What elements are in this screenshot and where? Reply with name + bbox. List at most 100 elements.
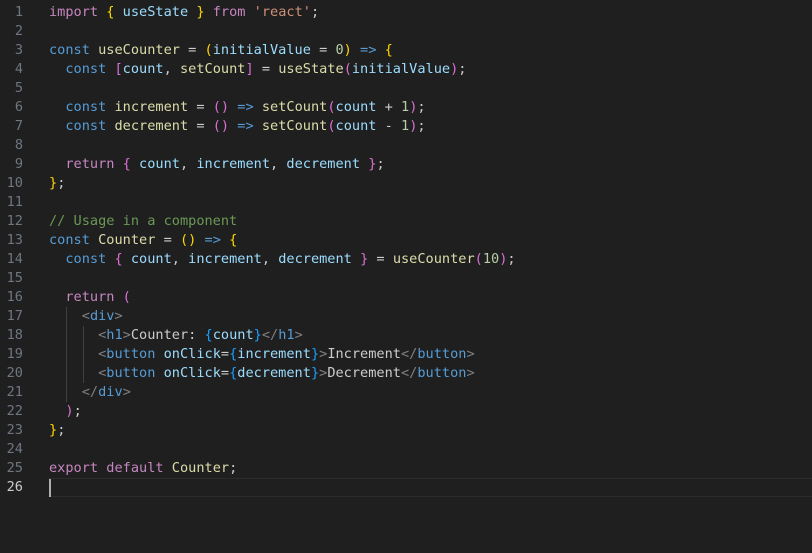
code-line[interactable]: 21 </div> [0, 383, 812, 402]
code-token: count [212, 327, 254, 343]
code-token: ; [57, 175, 66, 191]
code-token: < [81, 308, 90, 324]
code-token: > [114, 308, 123, 324]
line-number: 13 [6, 232, 23, 248]
code-token: ( [204, 42, 213, 58]
code-text: const [count, setCount] = useState(initi… [49, 60, 466, 79]
code-token: default [106, 460, 164, 476]
code-line[interactable]: 20 <button onClick={decrement}>Decrement… [0, 364, 812, 383]
text-cursor [49, 479, 51, 497]
code-line[interactable]: 2 [0, 22, 812, 41]
code-line[interactable]: 5 [0, 79, 812, 98]
code-line[interactable]: 19 <button onClick={increment}>Increment… [0, 345, 812, 364]
code-line[interactable]: 26 [0, 478, 812, 497]
code-line[interactable]: 6 const increment = () => setCount(count… [0, 98, 812, 117]
line-number: 2 [14, 23, 23, 39]
code-token: () [212, 118, 230, 134]
code-token: </ [261, 327, 279, 343]
code-token: // Usage in a component [49, 213, 238, 229]
code-token: initialValue [351, 61, 451, 77]
code-line[interactable]: 4 const [count, setCount] = useState(ini… [0, 60, 812, 79]
code-editor[interactable]: 1 import { useState } from 'react'; 2 3 cons… [0, 0, 812, 553]
code-line[interactable]: 24 [0, 440, 812, 459]
code-token: 'react' [253, 4, 311, 20]
code-line[interactable]: 25 export default Counter; [0, 459, 812, 478]
code-line[interactable]: 17 <div> [0, 307, 812, 326]
code-line[interactable]: 1 import { useState } from 'react'; [0, 3, 812, 22]
code-line[interactable]: 23}; [0, 421, 812, 440]
code-token: ] [245, 61, 254, 77]
code-token: => [204, 232, 221, 248]
line-number: 23 [6, 422, 23, 438]
line-number: 15 [6, 270, 23, 286]
code-token: ; [310, 4, 320, 20]
code-text: export default Counter; [49, 459, 237, 478]
code-line[interactable]: 13 const Counter = () => { [0, 231, 812, 250]
code-token: count [139, 156, 180, 172]
code-line[interactable]: 7 const decrement = () => setCount(count… [0, 117, 812, 136]
code-token: = [310, 42, 336, 58]
code-token: => [237, 99, 254, 115]
code-token: increment [196, 156, 271, 172]
code-token: count [130, 251, 172, 267]
code-text: const decrement = () => setCount(count -… [49, 117, 425, 136]
line-number: 1 [14, 4, 23, 20]
code-token: ; [229, 460, 238, 476]
line-number: 12 [6, 213, 23, 229]
code-line[interactable]: 15 [0, 269, 812, 288]
code-line[interactable]: 22 ); [0, 402, 812, 421]
code-token: ( [122, 289, 131, 305]
code-line[interactable]: 10}; [0, 174, 812, 193]
code-line[interactable]: 9 return { count, increment, decrement }… [0, 155, 812, 174]
code-token: export [49, 460, 99, 476]
indent-guide-jsx [83, 326, 84, 383]
code-token: > [466, 346, 475, 362]
code-token: - [376, 118, 401, 134]
code-token: onClick [163, 365, 221, 381]
code-token: Increment [327, 346, 401, 362]
code-token: = [188, 99, 213, 115]
code-token: from [212, 4, 246, 20]
code-token: { [114, 251, 123, 267]
code-token: increment [237, 346, 311, 362]
code-token: , [171, 251, 189, 267]
code-line[interactable]: 3 const useCounter = (initialValue = 0) =… [0, 41, 812, 60]
code-line[interactable]: 14 const { count, increment, decrement }… [0, 250, 812, 269]
code-token: = [368, 251, 393, 267]
code-line[interactable]: 12 // Usage in a component [0, 212, 812, 231]
code-token: { [229, 232, 238, 248]
line-number: 6 [14, 99, 23, 115]
code-text: }; [49, 421, 65, 440]
code-line[interactable]: 8 [0, 136, 812, 155]
code-token: count [335, 99, 377, 115]
code-token: ( [474, 251, 483, 267]
line-number: 21 [6, 384, 23, 400]
code-token: ( [327, 118, 336, 134]
line-number: 26 [6, 479, 23, 495]
code-line[interactable]: 16 return ( [0, 288, 812, 307]
code-token: > [122, 327, 131, 343]
code-token: decrement [278, 251, 352, 267]
code-token: () [179, 232, 197, 248]
code-line[interactable]: 11 [0, 193, 812, 212]
code-token: button [106, 365, 156, 381]
code-text: import { useState } from 'react'; [49, 3, 319, 22]
code-token: const [65, 99, 107, 115]
line-number: 19 [6, 346, 23, 362]
code-token: + [376, 99, 401, 115]
code-line[interactable]: 18 <h1>Counter: {count}</h1> [0, 326, 812, 345]
code-token: } [310, 365, 320, 381]
code-token: , [261, 251, 279, 267]
code-token: const [65, 118, 107, 134]
line-number: 9 [14, 156, 23, 172]
